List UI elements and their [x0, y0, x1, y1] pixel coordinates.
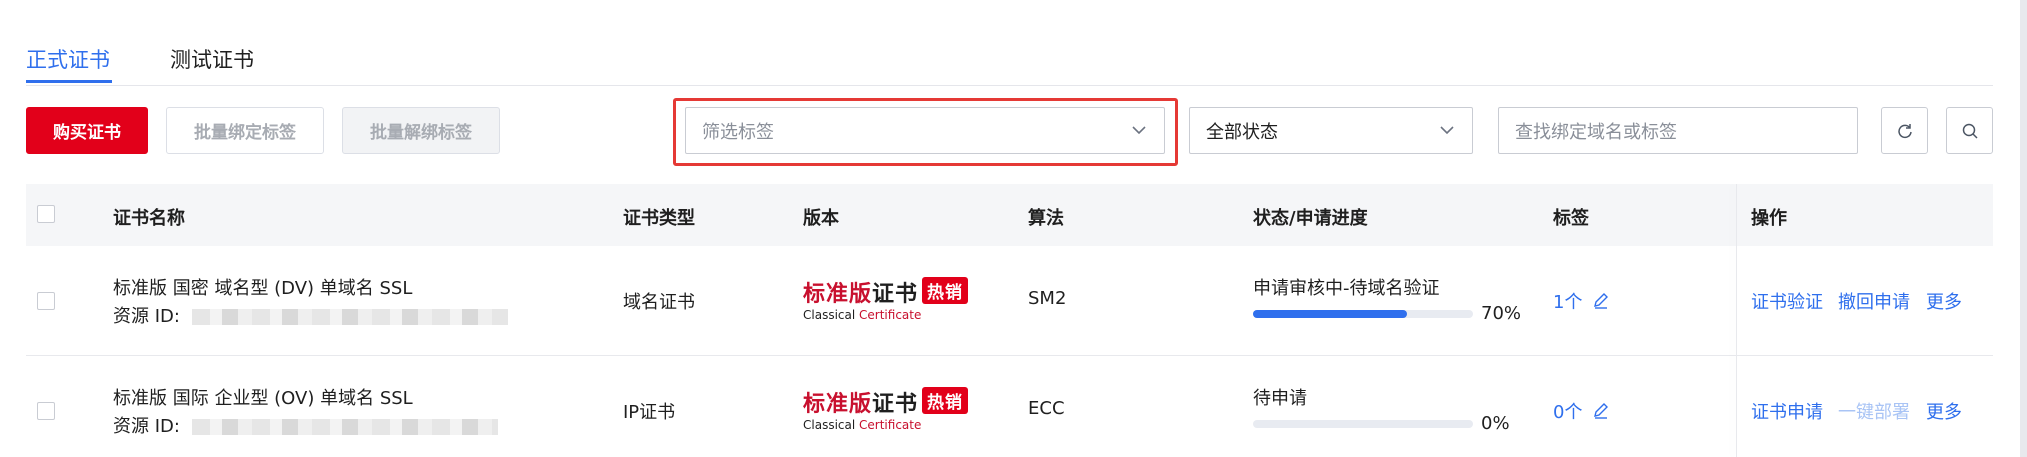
resource-id: 资源 ID:: [113, 302, 508, 328]
progress-bar: [1253, 310, 1473, 318]
resource-id-redacted: [191, 309, 508, 325]
version-badge-red: 标准版: [803, 282, 873, 307]
edit-pencil-icon[interactable]: [1592, 402, 1610, 420]
edit-pencil-icon[interactable]: [1592, 292, 1610, 310]
more-actions-link[interactable]: 更多: [1926, 288, 1962, 314]
certificate-type: IP证书: [623, 402, 676, 423]
refresh-button[interactable]: [1881, 107, 1928, 154]
version-badge-dark: 证书: [872, 392, 919, 417]
version-sub-dark: Classical: [803, 308, 856, 322]
certificate-name: 标准版 国际 企业型 (OV) 单域名 SSL: [113, 388, 413, 409]
tag-count-link[interactable]: 1个: [1553, 288, 1610, 314]
table-row: 标准版 国密 域名型 (DV) 单域名 SSL 资源 ID: 域名证书 标准版证…: [26, 246, 1993, 356]
column-header-actions: 操作: [1751, 208, 1787, 229]
tag-count-link[interactable]: 0个: [1553, 398, 1610, 424]
actions-column-divider: [1736, 184, 1737, 457]
version-badge: 标准版证书 热销 Classical Certificate: [803, 386, 969, 432]
status-select[interactable]: 全部状态: [1189, 107, 1473, 154]
tag-count: 1个: [1553, 292, 1583, 313]
tag-count: 0个: [1553, 402, 1583, 423]
certificate-type: 域名证书: [623, 292, 695, 313]
batch-bind-tags-button[interactable]: 批量绑定标签: [166, 107, 324, 154]
column-header-name: 证书名称: [113, 208, 185, 229]
batch-unbind-tags-button[interactable]: 批量解绑标签: [342, 107, 500, 154]
status-text: 待申请: [1253, 388, 1307, 409]
resource-id-redacted: [191, 419, 498, 435]
search-input[interactable]: 查找绑定域名或标签: [1498, 107, 1858, 154]
tab-formal-certificates[interactable]: 正式证书: [26, 44, 110, 74]
one-click-deploy-link[interactable]: 一键部署: [1838, 398, 1910, 424]
resource-id: 资源 ID:: [113, 412, 498, 438]
column-header-algorithm: 算法: [1028, 208, 1064, 229]
version-sub-dark: Classical: [803, 418, 856, 432]
page-scrollbar[interactable]: [2020, 0, 2027, 457]
table-row: 标准版 国际 企业型 (OV) 单域名 SSL 资源 ID: IP证书 标准版证…: [26, 356, 1993, 457]
version-sub-red: Certificate: [859, 418, 922, 432]
apply-certificate-link[interactable]: 证书申请: [1751, 398, 1823, 424]
hot-badge: 热销: [922, 387, 969, 414]
tab-bar: 正式证书 测试证书: [26, 0, 1993, 86]
resource-id-label: 资源 ID:: [113, 416, 180, 437]
column-header-status: 状态/申请进度: [1253, 208, 1368, 229]
progress-label: 0%: [1481, 413, 1510, 434]
buy-certificate-button[interactable]: 购买证书: [26, 107, 148, 154]
row-checkbox[interactable]: [37, 402, 55, 420]
row-checkbox[interactable]: [37, 292, 55, 310]
status-text: 申请审核中-待域名验证: [1253, 278, 1440, 299]
hot-badge: 热销: [922, 277, 969, 304]
table-header: 证书名称 证书类型 版本 算法 状态/申请进度 标签 操作: [26, 184, 1993, 246]
algorithm: ECC: [1028, 398, 1065, 419]
chevron-down-icon: [1440, 126, 1454, 135]
withdraw-application-link[interactable]: 撤回申请: [1838, 288, 1910, 314]
progress-bar: [1253, 420, 1473, 428]
progress-label: 70%: [1481, 303, 1522, 324]
verify-certificate-link[interactable]: 证书验证: [1751, 288, 1823, 314]
status-select-value: 全部状态: [1206, 121, 1278, 143]
search-button[interactable]: [1946, 107, 1993, 154]
select-all-checkbox[interactable]: [37, 205, 55, 223]
search-icon: [1962, 123, 1978, 139]
algorithm: SM2: [1028, 288, 1067, 309]
certificate-name: 标准版 国密 域名型 (DV) 单域名 SSL: [113, 278, 413, 299]
tag-filter-highlight: [673, 98, 1178, 166]
more-actions-link[interactable]: 更多: [1926, 398, 1962, 424]
resource-id-label: 资源 ID:: [113, 306, 180, 327]
version-sub-red: Certificate: [859, 308, 922, 322]
column-header-type: 证书类型: [623, 208, 695, 229]
column-header-version: 版本: [803, 208, 839, 229]
version-badge: 标准版证书 热销 Classical Certificate: [803, 276, 969, 322]
column-header-tags: 标签: [1553, 208, 1589, 229]
active-tab-indicator: [26, 80, 112, 83]
tab-test-certificates[interactable]: 测试证书: [170, 44, 254, 74]
version-badge-red: 标准版: [803, 392, 873, 417]
search-placeholder: 查找绑定域名或标签: [1515, 121, 1677, 143]
refresh-icon: [1897, 123, 1912, 138]
progress-fill: [1253, 310, 1407, 318]
version-badge-dark: 证书: [872, 282, 919, 307]
